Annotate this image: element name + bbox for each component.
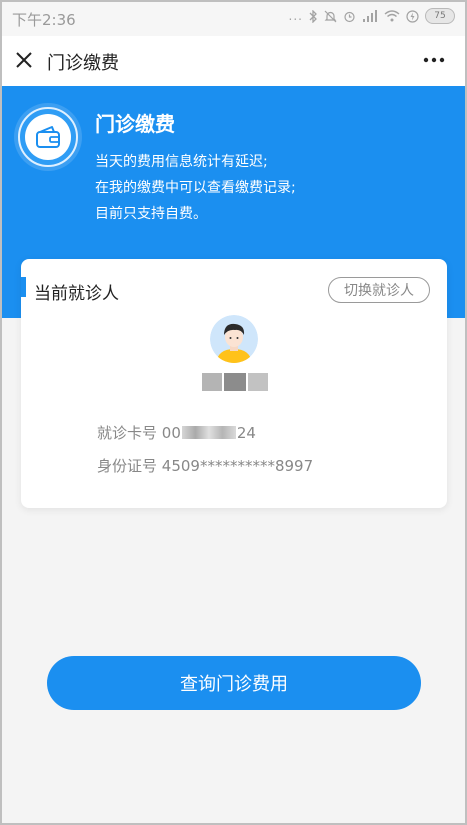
status-time: 下午2:36	[12, 11, 76, 29]
card-number-suffix: 24	[236, 424, 256, 442]
page-title: 门诊缴费	[47, 53, 119, 74]
id-number-value: 4509**********8997	[161, 457, 314, 475]
hero-icon-ring	[18, 107, 78, 167]
signal-icon	[363, 10, 377, 22]
id-number-row: 身份证号 4509**********8997	[97, 455, 313, 476]
alarm-icon	[344, 11, 355, 22]
card-number-masked	[181, 426, 236, 439]
app-frame: 下午2:36 ... 75 门诊缴费 门诊缴费 当天的费用信息统计有延迟; 在我…	[2, 2, 465, 823]
status-bar: 下午2:36 ... 75	[2, 2, 465, 36]
switch-patient-button[interactable]: 切换就诊人	[328, 277, 430, 303]
patient-card: 当前就诊人 切换就诊人 就诊卡号 00 24 身份证号 4509*********…	[21, 259, 447, 508]
status-icons: ... 75	[289, 8, 455, 24]
hero-icon-circle	[25, 114, 71, 160]
hero-title: 门诊缴费	[95, 112, 175, 136]
charging-icon	[406, 9, 419, 23]
card-title: 当前就诊人	[34, 284, 119, 304]
hero-line: 在我的缴费中可以查看缴费记录;	[95, 180, 296, 196]
id-number-label: 身份证号	[97, 457, 158, 475]
card-number-row: 就诊卡号 00 24	[97, 422, 256, 443]
more-dots-icon: ...	[288, 9, 303, 23]
navigation-bar: 门诊缴费	[2, 36, 465, 87]
hero-line: 当天的费用信息统计有延迟;	[95, 154, 268, 170]
patient-name-blurred	[202, 373, 268, 391]
more-icon[interactable]	[421, 50, 447, 70]
card-number-label: 就诊卡号	[97, 424, 158, 442]
card-number-prefix: 00	[161, 424, 181, 442]
query-fees-button[interactable]: 查询门诊费用	[47, 656, 421, 710]
wallet-icon	[36, 126, 60, 148]
close-icon[interactable]	[14, 50, 34, 70]
card-accent-bar	[21, 277, 26, 297]
wifi-icon	[384, 10, 400, 22]
avatar	[210, 315, 258, 363]
mute-bell-icon	[324, 10, 337, 22]
battery-icon: 75	[425, 8, 455, 24]
hero-line: 目前只支持自费。	[95, 206, 207, 222]
bluetooth-icon	[309, 9, 317, 23]
